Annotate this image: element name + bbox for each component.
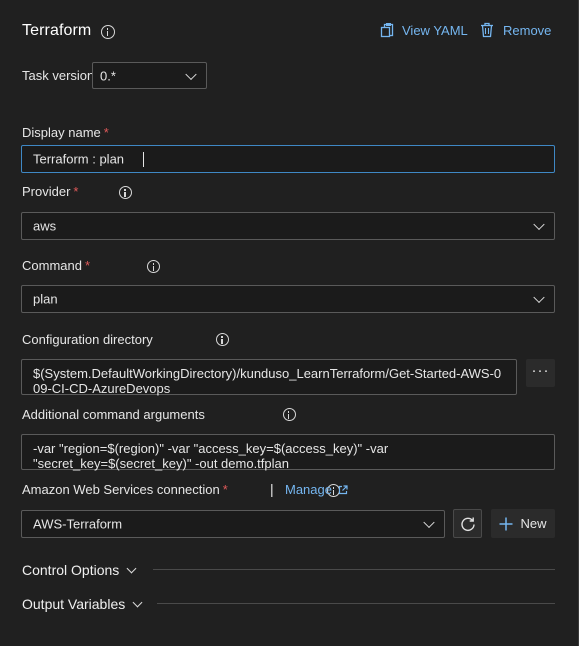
clipboard-icon xyxy=(380,23,394,38)
task-version-select[interactable]: 0.* xyxy=(92,62,207,89)
remove-label: Remove xyxy=(503,22,552,38)
command-info-icon[interactable] xyxy=(147,260,161,273)
required-marker: * xyxy=(103,125,109,140)
chevron-down-icon xyxy=(423,516,435,529)
provider-select[interactable]: aws xyxy=(21,212,555,240)
additional-args-value: -var "region=$(region)" -var "access_key… xyxy=(33,441,389,471)
task-title: Terraform xyxy=(22,22,92,39)
section-divider xyxy=(157,603,555,604)
new-label: New xyxy=(520,516,547,531)
config-dir-info-icon[interactable] xyxy=(215,333,229,346)
additional-args-input[interactable]: -var "region=$(region)" -var "access_key… xyxy=(21,434,555,471)
manage-link[interactable]: Manage xyxy=(285,482,348,497)
provider-label: Provider * xyxy=(22,184,78,199)
info-icon[interactable] xyxy=(101,25,115,39)
task-settings-panel: Terraform View YAML Remove Task version … xyxy=(0,0,579,646)
required-marker: * xyxy=(222,482,228,497)
chevron-down-icon xyxy=(533,218,545,231)
chevron-down-icon xyxy=(185,68,197,80)
refresh-button[interactable] xyxy=(453,509,482,538)
external-link-icon xyxy=(338,484,348,494)
trash-icon xyxy=(481,22,493,38)
chevron-down-icon xyxy=(132,597,143,608)
aws-connection-value: AWS-Terraform xyxy=(33,516,123,532)
task-version-label: Task version xyxy=(22,68,95,83)
link-separator: | xyxy=(270,481,274,497)
refresh-icon xyxy=(460,517,475,531)
control-options-label: Control Options xyxy=(22,562,120,578)
manage-label: Manage xyxy=(285,482,332,497)
view-yaml-button[interactable]: View YAML xyxy=(380,21,468,39)
command-label: Command * xyxy=(22,258,90,273)
required-marker: * xyxy=(73,184,79,199)
new-connection-button[interactable]: New xyxy=(491,509,555,538)
browse-button[interactable]: ··· xyxy=(526,359,555,387)
section-divider xyxy=(153,569,555,570)
chevron-down-icon xyxy=(533,291,545,304)
provider-label-text: Provider xyxy=(22,184,71,199)
control-options-toggle[interactable]: Control Options xyxy=(22,562,137,578)
display-name-input[interactable]: Terraform : plan xyxy=(21,145,555,173)
command-value: plan xyxy=(33,291,58,307)
more-icon: ··· xyxy=(531,361,550,379)
view-yaml-label: View YAML xyxy=(402,22,468,38)
output-variables-label: Output Variables xyxy=(22,596,126,612)
command-select[interactable]: plan xyxy=(21,285,555,313)
aws-connection-select[interactable]: AWS-Terraform xyxy=(21,510,445,538)
provider-value: aws xyxy=(33,218,57,234)
config-dir-label: Configuration directory xyxy=(22,332,153,347)
chevron-down-icon xyxy=(126,563,137,574)
additional-args-info-icon[interactable] xyxy=(282,408,296,421)
display-name-label: Display name * xyxy=(22,125,109,140)
required-marker: * xyxy=(84,258,91,273)
aws-connection-label: Amazon Web Services connection * xyxy=(22,482,228,497)
additional-args-label: Additional command arguments xyxy=(22,407,205,422)
config-dir-value: $(System.DefaultWorkingDirectory)/kundus… xyxy=(33,366,502,396)
display-name-label-text: Display name xyxy=(22,125,101,140)
text-cursor xyxy=(143,152,144,167)
aws-connection-label-text: Amazon Web Services connection xyxy=(22,482,220,497)
display-name-value: Terraform : plan xyxy=(33,151,125,167)
plus-icon xyxy=(499,517,513,530)
config-dir-input[interactable]: $(System.DefaultWorkingDirectory)/kundus… xyxy=(21,359,517,396)
output-variables-toggle[interactable]: Output Variables xyxy=(22,596,143,612)
command-label-text: Command xyxy=(22,258,82,273)
remove-button[interactable]: Remove xyxy=(480,21,551,39)
task-version-value: 0.* xyxy=(100,68,116,83)
provider-info-icon[interactable] xyxy=(118,186,132,199)
